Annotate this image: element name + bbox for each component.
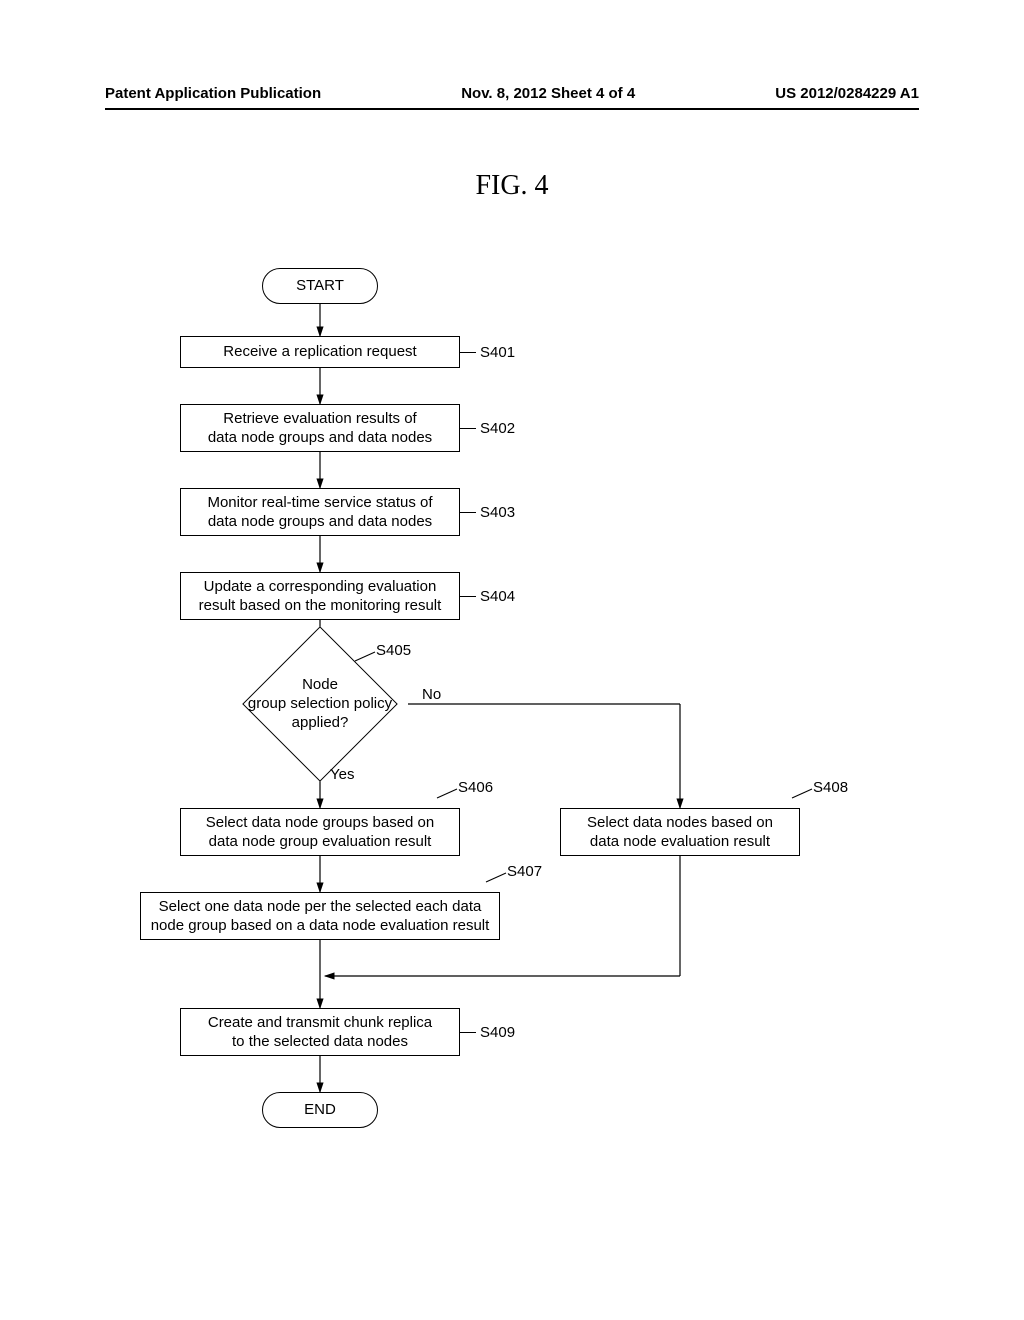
edge-yes: Yes	[330, 766, 354, 783]
header-center: Nov. 8, 2012 Sheet 4 of 4	[461, 85, 635, 102]
node-s401-text: Receive a replication request	[223, 342, 416, 362]
label-s403: S403	[480, 504, 515, 521]
header-rule	[105, 108, 919, 110]
node-s407-text: Select one data node per the selected ea…	[151, 897, 490, 936]
header-right: US 2012/0284229 A1	[775, 85, 919, 102]
node-s402-text: Retrieve evaluation results of data node…	[208, 409, 432, 448]
label-s404: S404	[480, 588, 515, 605]
tick-s404	[460, 596, 476, 597]
label-s408: S408	[813, 779, 848, 796]
node-s408: Select data nodes based on data node eva…	[560, 808, 800, 856]
figure-title: FIG. 4	[0, 170, 1024, 202]
node-s406: Select data node groups based on data no…	[180, 808, 460, 856]
node-s406-text: Select data node groups based on data no…	[206, 813, 435, 852]
node-s401: Receive a replication request	[180, 336, 460, 368]
label-s409: S409	[480, 1024, 515, 1041]
node-s404: Update a corresponding evaluation result…	[180, 572, 460, 620]
node-end-text: END	[304, 1100, 336, 1120]
node-s403-text: Monitor real-time service status of data…	[207, 493, 432, 532]
node-s409: Create and transmit chunk replica to the…	[180, 1008, 460, 1056]
label-s405: S405	[376, 642, 411, 659]
node-s405-text: Node group selection policy applied?	[240, 676, 400, 732]
tick-s409	[460, 1032, 476, 1033]
edge-no: No	[422, 686, 441, 703]
label-s402: S402	[480, 420, 515, 437]
node-s404-text: Update a corresponding evaluation result…	[199, 577, 442, 616]
label-s407: S407	[507, 863, 542, 880]
node-start: START	[262, 268, 378, 304]
tick-s403	[460, 512, 476, 513]
page-header: Patent Application Publication Nov. 8, 2…	[0, 85, 1024, 102]
node-s407: Select one data node per the selected ea…	[140, 892, 500, 940]
node-end: END	[262, 1092, 378, 1128]
tick-s402	[460, 428, 476, 429]
node-start-text: START	[296, 276, 344, 296]
node-s408-text: Select data nodes based on data node eva…	[587, 813, 773, 852]
label-s406: S406	[458, 779, 493, 796]
header-left: Patent Application Publication	[105, 85, 321, 102]
node-s403: Monitor real-time service status of data…	[180, 488, 460, 536]
node-s405: Node group selection policy applied?	[220, 656, 420, 752]
node-s409-text: Create and transmit chunk replica to the…	[208, 1013, 432, 1052]
flowchart-canvas: START Receive a replication request S401…	[120, 268, 900, 1218]
node-s402: Retrieve evaluation results of data node…	[180, 404, 460, 452]
tick-s401	[460, 352, 476, 353]
label-s401: S401	[480, 344, 515, 361]
